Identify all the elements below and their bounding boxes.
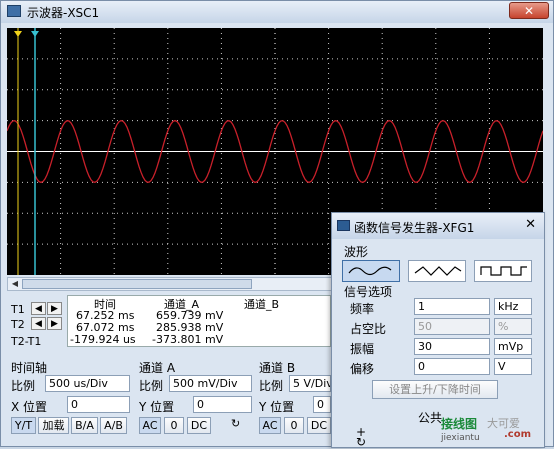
rise-fall-time-button[interactable]: 设置上升/下降时间: [372, 380, 498, 399]
function-generator-title: 函数信号发生器-XFG1: [354, 221, 475, 235]
watermark-text: 接线图: [441, 417, 478, 431]
channel-b-ypos-field[interactable]: 0: [313, 396, 331, 413]
scrollbar-thumb[interactable]: [22, 279, 252, 289]
mode-yt-button[interactable]: Y/T: [11, 417, 36, 434]
cursor-t2t1-label: T2-T1: [11, 335, 42, 348]
offset-unit[interactable]: V: [494, 358, 532, 375]
cursor-t1-label: T1: [11, 303, 25, 316]
oscilloscope-icon: [7, 5, 21, 17]
cursor-t2-label: T2: [11, 318, 25, 331]
function-generator-icon: [337, 220, 350, 231]
channel-b-scale-field[interactable]: 5 V/Div: [289, 375, 331, 392]
function-generator-window: 函数信号发生器-XFG1 ✕ 波形 信号选项 频率 1 kHz 占空比 50 %…: [331, 212, 545, 449]
readout-header-chb: 通道_B: [244, 298, 280, 311]
sine-wave-button[interactable]: [342, 260, 400, 282]
frequency-unit[interactable]: kHz: [494, 298, 532, 315]
amplitude-unit[interactable]: mVp: [494, 338, 532, 355]
close-button[interactable]: ✕: [509, 2, 549, 19]
t1-right-arrow-icon[interactable]: ▶: [47, 302, 62, 315]
oscilloscope-window: 示波器-XSC1 ✕ ◀ ▶ T1 ◀ ▶ T2 ◀ ▶ T2-T1 时间 通道…: [0, 0, 554, 449]
channel-a-zero-button[interactable]: 0: [164, 417, 184, 434]
timebase-title: 时间轴: [11, 361, 48, 375]
watermark-overlay: 大可爱: [487, 417, 520, 430]
channel-b-zero-button[interactable]: 0: [284, 417, 304, 434]
channel-a-ground-icon: ↻: [231, 417, 241, 430]
t2-right-arrow-icon[interactable]: ▶: [47, 317, 62, 330]
duty-cycle-field: 50: [414, 318, 490, 335]
channel-b-scale-label: 比例: [259, 379, 284, 393]
square-wave-button[interactable]: [474, 260, 532, 282]
common-label: 公共: [418, 411, 443, 425]
mode-ab-button[interactable]: A/B: [100, 417, 127, 434]
amplitude-label: 振幅: [350, 342, 375, 356]
t1-left-arrow-icon[interactable]: ◀: [31, 302, 46, 315]
oscilloscope-title: 示波器-XSC1: [27, 6, 100, 20]
amplitude-field[interactable]: 30: [414, 338, 490, 355]
watermark-url: jiexiantu: [441, 433, 480, 443]
function-generator-titlebar: 函数信号发生器-XFG1 ✕: [332, 213, 544, 239]
signal-options-title: 信号选项: [344, 285, 393, 299]
timebase-scale-field[interactable]: 500 us/Div: [45, 375, 130, 392]
channel-a-scale-label: 比例: [139, 379, 164, 393]
row3-time: -179.924 us: [70, 333, 136, 346]
channel-b-ypos-label: Y 位置: [259, 400, 295, 414]
channel-a-scale-field[interactable]: 500 mV/Div: [169, 375, 252, 392]
cursor-t1-marker: [14, 31, 22, 37]
row3-cha: -373.801 mV: [152, 333, 224, 346]
timebase-scale-label: 比例: [11, 379, 36, 393]
t2-left-arrow-icon[interactable]: ◀: [31, 317, 46, 330]
square-wave-icon: [480, 266, 527, 276]
channel-b-ac-button[interactable]: AC: [259, 417, 281, 434]
frequency-label: 频率: [350, 302, 375, 316]
offset-label: 偏移: [350, 362, 375, 376]
channel-b-dc-button[interactable]: DC: [307, 417, 331, 434]
scroll-left-arrow-icon[interactable]: ◀: [9, 279, 21, 289]
channel-a-ac-button[interactable]: AC: [139, 417, 161, 434]
triangle-wave-button[interactable]: [408, 260, 466, 282]
channel-a-title: 通道 A: [139, 361, 176, 375]
channel-a-ypos-label: Y 位置: [139, 400, 175, 414]
duty-cycle-label: 占空比: [350, 322, 387, 336]
triangle-wave-icon: [414, 266, 462, 276]
duty-cycle-unit: %: [494, 318, 532, 335]
frequency-field[interactable]: 1: [414, 298, 490, 315]
timebase-xpos-label: X 位置: [11, 400, 48, 414]
mode-ba-button[interactable]: B/A: [71, 417, 98, 434]
sine-wave-icon: [348, 266, 392, 276]
timebase-xpos-field[interactable]: 0: [67, 396, 130, 413]
cursor-panel: T1 ◀ ▶ T2 ◀ ▶ T2-T1 时间 通道_A 通道_B 67.252 …: [7, 293, 331, 349]
fg-close-icon[interactable]: ✕: [525, 217, 536, 232]
mode-load-button[interactable]: 加载: [38, 417, 69, 434]
channel-b-title: 通道 B: [259, 361, 296, 375]
channel-a-dc-button[interactable]: DC: [187, 417, 211, 434]
offset-field[interactable]: 0: [414, 358, 490, 375]
waveform-section-title: 波形: [344, 245, 369, 259]
cursor-readout: 时间 通道_A 通道_B 67.252 ms 659.739 mV 67.072…: [67, 295, 331, 347]
cursor-t2-marker: [31, 31, 39, 37]
channel-a-ypos-field[interactable]: 0: [193, 396, 252, 413]
oscilloscope-titlebar: 示波器-XSC1 ✕: [1, 1, 553, 23]
